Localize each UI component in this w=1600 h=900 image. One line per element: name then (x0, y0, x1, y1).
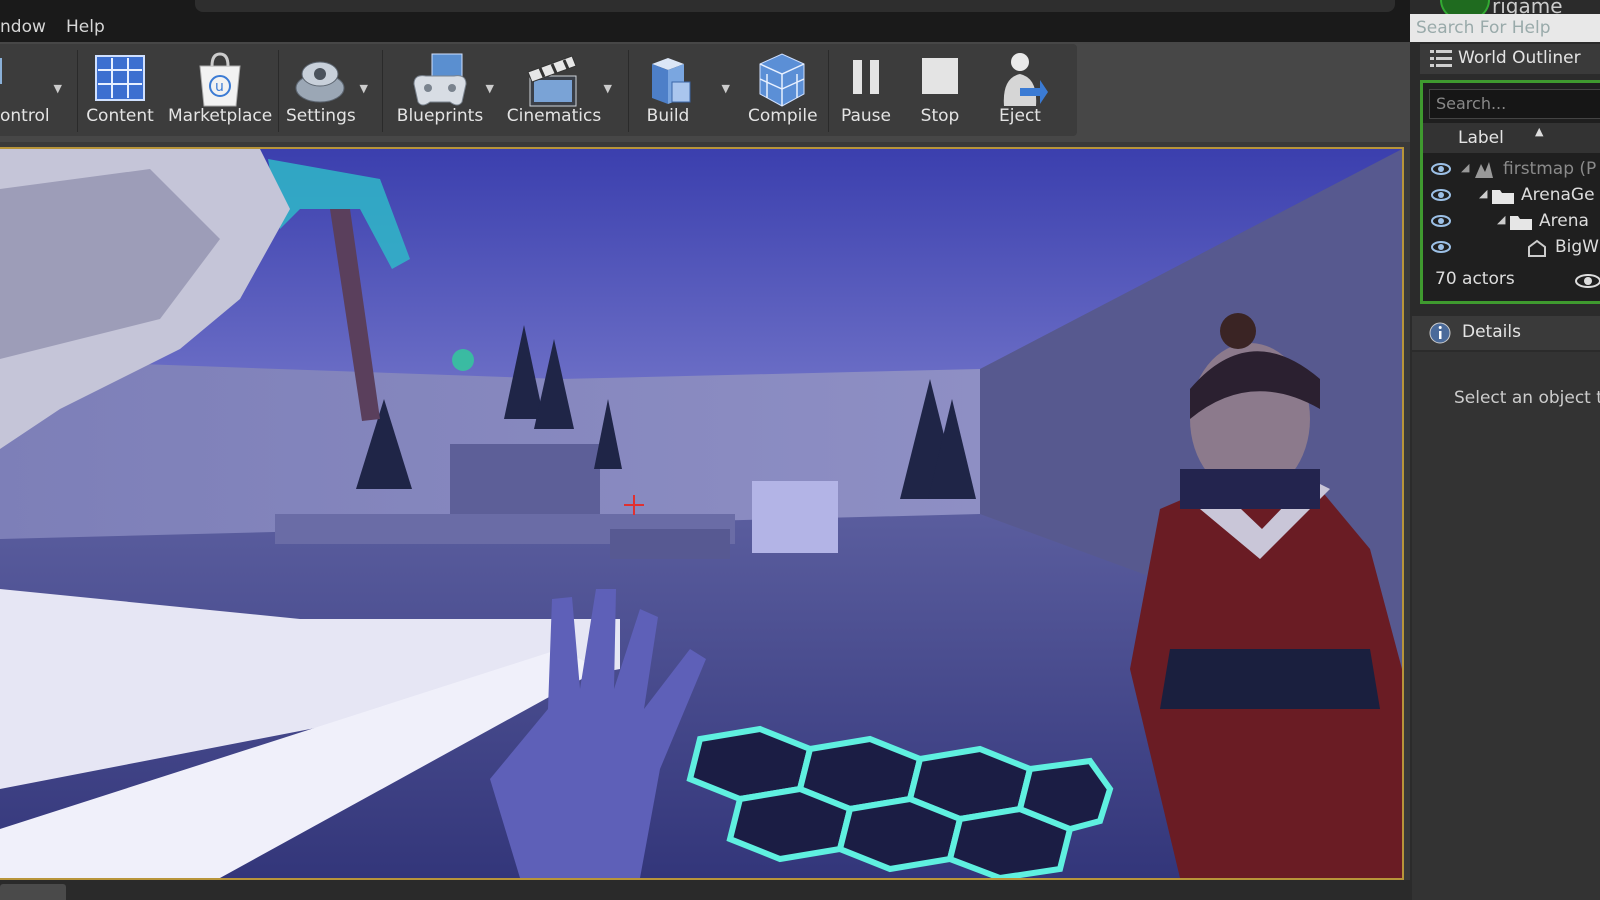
settings-label: Settings (286, 106, 356, 126)
menu-window[interactable]: ndow (0, 17, 46, 37)
bottom-tab[interactable] (0, 884, 66, 900)
visibility-eye-icon[interactable] (1431, 188, 1451, 202)
content-button[interactable]: Content (84, 44, 156, 136)
visibility-eye-icon[interactable] (1431, 240, 1451, 254)
toolbar-separator (278, 50, 279, 132)
details-tab[interactable]: Details (1412, 316, 1600, 350)
settings-button[interactable]: Settings ▼ (286, 44, 368, 136)
actor-icon (1528, 239, 1546, 257)
compile-button[interactable]: Compile (748, 44, 818, 136)
outliner-list-icon (1430, 50, 1452, 67)
details-panel: Select an object to (1412, 352, 1600, 900)
blueprints-label: Blueprints (396, 106, 484, 126)
build-blocks-icon (652, 58, 691, 104)
outliner-row-label: ArenaGe (1521, 185, 1595, 205)
title-strip (195, 0, 1395, 12)
stop-button[interactable]: Stop (912, 44, 968, 136)
sort-ascending-icon: ▲ (1535, 125, 1544, 138)
actor-count: 70 actors (1435, 269, 1515, 289)
details-title: Details (1462, 322, 1521, 342)
outliner-row-label: BigW (1555, 237, 1599, 257)
label-column-text: Label (1458, 128, 1504, 148)
outliner-label-column-header[interactable]: Label ▲ (1423, 123, 1600, 153)
compile-label: Compile (748, 106, 818, 126)
visibility-eye-icon[interactable] (1431, 214, 1451, 228)
svg-text:u: u (215, 79, 224, 95)
stop-label: Stop (920, 106, 960, 126)
chevron-down-icon[interactable]: ▼ (722, 82, 730, 95)
outliner-search-placeholder: Search... (1436, 94, 1507, 113)
game-scene[interactable] (0, 149, 1402, 878)
eject-label: Eject (999, 106, 1041, 126)
outliner-row[interactable]: BigW (1423, 235, 1600, 261)
stop-icon (922, 58, 958, 94)
expand-arrow-icon[interactable]: ◢ (1497, 213, 1505, 226)
build-label: Build (646, 106, 690, 126)
chevron-down-icon[interactable]: ▼ (486, 82, 494, 95)
chevron-down-icon[interactable]: ▼ (54, 82, 62, 95)
info-icon (1429, 322, 1451, 344)
toolbar-separator (628, 50, 629, 132)
cinematics-label: Cinematics (506, 106, 602, 126)
blueprints-button[interactable]: Blueprints ▼ (392, 44, 494, 136)
compile-cubes-icon (759, 53, 805, 107)
source-control-button[interactable]: ontrol ▼ (0, 44, 62, 136)
chevron-down-icon[interactable]: ▼ (360, 82, 368, 95)
pause-icon (853, 60, 879, 94)
status-bar (0, 880, 1410, 900)
eject-person-icon (1003, 53, 1048, 106)
world-outliner-title: World Outliner (1458, 48, 1581, 68)
view-options-eye-icon[interactable] (1575, 273, 1600, 289)
eject-button[interactable]: Eject (988, 44, 1052, 136)
help-search-placeholder: Search For Help (1416, 18, 1551, 38)
expand-arrow-icon[interactable]: ◢ (1479, 187, 1487, 200)
outliner-row[interactable]: ◢ ArenaGe (1423, 183, 1600, 209)
outliner-row-label: Arena (1539, 211, 1589, 231)
clapperboard-icon (527, 55, 577, 107)
content-browser-icon (95, 55, 145, 101)
cinematics-button[interactable]: Cinematics ▼ (506, 44, 612, 136)
toolbar-separator (382, 50, 383, 132)
menu-help[interactable]: Help (66, 17, 105, 37)
level-viewport[interactable] (0, 147, 1404, 880)
settings-gear-icon (295, 61, 345, 103)
folder-icon (1492, 190, 1514, 204)
toolbar-separator (77, 50, 78, 132)
world-outliner-panel: Search... Label ▲ ◢ firstmap (P ◢ ArenaG… (1420, 80, 1600, 304)
marketplace-icon: u (199, 52, 241, 107)
map-icon (1475, 162, 1493, 178)
toolbar-separator (828, 50, 829, 132)
outliner-row[interactable]: ◢ Arena (1423, 209, 1600, 235)
pause-button[interactable]: Pause (836, 44, 896, 136)
chevron-down-icon[interactable]: ▼ (604, 82, 612, 95)
marketplace-label: Marketplace (168, 106, 273, 126)
build-button[interactable]: Build ▼ (636, 44, 730, 136)
outliner-row[interactable]: ◢ firstmap (P (1423, 157, 1600, 183)
pause-label: Pause (841, 106, 891, 126)
content-label: Content (86, 106, 154, 126)
marketplace-button[interactable]: u Marketplace (168, 44, 272, 136)
help-search-field[interactable]: Search For Help (1410, 14, 1600, 42)
outliner-row-label: firstmap (P (1503, 159, 1597, 179)
main-toolbar: ontrol ▼ Content u Marketplace Settings … (0, 44, 1077, 136)
source-control-label: ontrol (0, 106, 50, 126)
blueprints-gamepad-icon (413, 53, 467, 106)
source-control-icon (0, 58, 2, 84)
outliner-search-input[interactable]: Search... (1429, 89, 1600, 119)
visibility-eye-icon[interactable] (1431, 162, 1451, 176)
expand-arrow-icon[interactable]: ◢ (1461, 161, 1469, 174)
world-outliner-tab[interactable]: World Outliner (1420, 44, 1600, 74)
details-empty-message: Select an object to (1454, 388, 1600, 408)
folder-icon (1510, 216, 1532, 230)
